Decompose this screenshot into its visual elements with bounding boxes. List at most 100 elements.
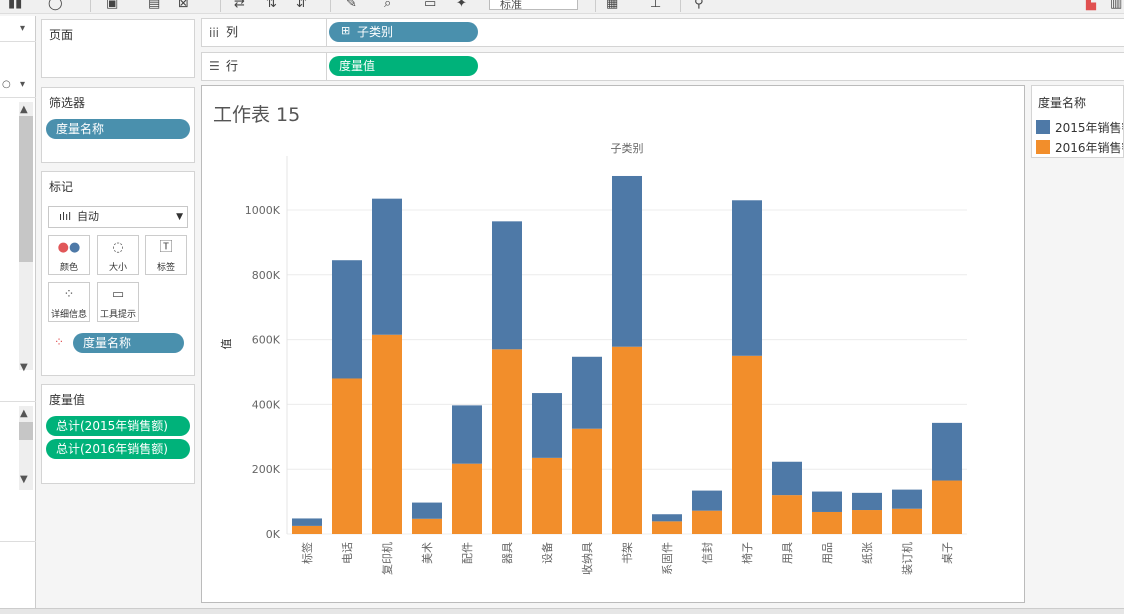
bar-2015 xyxy=(372,198,402,335)
sort-desc-icon[interactable]: ⇵ xyxy=(296,0,307,11)
y-tick-label: 200K xyxy=(252,463,281,476)
bar-2016 xyxy=(292,525,322,534)
marks-title: 标记 xyxy=(49,180,74,194)
measure-values-title: 度量值 xyxy=(49,393,86,407)
pin-icon[interactable]: ✦ xyxy=(456,0,467,11)
marks-detail-label: 详细信息 xyxy=(50,310,87,320)
bar-2016 xyxy=(332,378,362,534)
duplicate-icon[interactable]: ▤ xyxy=(148,0,160,11)
scroll-down-icon[interactable]: ▼ xyxy=(20,362,28,373)
bar-2015 xyxy=(492,221,522,350)
group-icon[interactable]: ⌕ xyxy=(384,0,391,11)
rows-label: 行 xyxy=(202,53,327,80)
marks-detail-button[interactable]: ⁘ 详细信息 xyxy=(48,282,90,322)
color-icon: ●● xyxy=(57,240,81,255)
bar-2015 xyxy=(732,200,762,356)
fix-axes-icon[interactable]: ⊥ xyxy=(650,0,661,11)
bar-2016 xyxy=(772,495,802,534)
bar-2016 xyxy=(932,480,962,534)
bar-2016 xyxy=(612,346,642,534)
show-cards-icon[interactable]: ▦ xyxy=(606,0,618,11)
columns-shelf[interactable]: iii 列 子类别 ⊞ xyxy=(201,18,1124,47)
bar-2015 xyxy=(892,489,922,509)
marks-color-button[interactable]: ●● 颜色 xyxy=(48,235,90,275)
data-pane-scroll-thumb[interactable] xyxy=(19,116,33,262)
x-tick-label: 配件 xyxy=(461,542,474,564)
legend-item-2016[interactable]: 2016年销售额 xyxy=(1036,139,1123,156)
pages-card[interactable]: 页面 xyxy=(41,19,195,78)
measures-scroll-thumb[interactable] xyxy=(19,422,33,440)
rows-pill-measure-values[interactable]: 度量值 xyxy=(329,56,478,76)
search-icon[interactable]: ○ xyxy=(2,79,11,90)
mark-type-dropdown[interactable]: ılıl 自动 ▼ xyxy=(48,206,188,228)
share-icon[interactable]: ⚲ xyxy=(694,0,704,11)
chevron-down-icon[interactable]: ▾ xyxy=(20,23,25,34)
bar-2016 xyxy=(372,334,402,534)
bar-2015 xyxy=(772,461,802,496)
rows-shelf[interactable]: ☰ 行 度量值 xyxy=(201,52,1124,81)
color-icon: ⁘ xyxy=(54,335,65,349)
filter-pill-measure-names[interactable]: 度量名称 xyxy=(46,119,190,139)
show-me-icon[interactable]: ▙ xyxy=(1086,0,1096,11)
x-tick-label: 设备 xyxy=(540,542,554,564)
x-tick-label: 用具 xyxy=(781,542,794,564)
scroll-up-icon[interactable]: ▲ xyxy=(20,408,28,419)
y-tick-label: 400K xyxy=(252,398,281,411)
x-tick-label: 纸张 xyxy=(861,542,874,564)
marks-pill-measure-names[interactable]: 度量名称 xyxy=(73,333,184,353)
scroll-down-icon[interactable]: ▼ xyxy=(20,474,28,485)
new-sheet-icon[interactable]: ▣ xyxy=(106,0,118,11)
sort-asc-icon[interactable]: ⇅ xyxy=(266,0,277,11)
worksheet-view[interactable]: 工作表 15 0K 200K 400K 600K 800K 1000K 值子类别 标签 电话 复印… xyxy=(201,85,1025,603)
columns-pill-subcategory[interactable]: 子类别 xyxy=(329,22,478,42)
swap-icon[interactable]: ⇄ xyxy=(234,0,245,11)
highlight-icon[interactable]: ✎ xyxy=(346,0,357,11)
marks-size-label: 大小 xyxy=(108,263,127,273)
marks-size-button[interactable]: ◌ 大小 xyxy=(97,235,139,275)
bar-2016 xyxy=(892,508,922,534)
scroll-up-icon[interactable]: ▲ xyxy=(20,104,28,115)
bar-2015 xyxy=(652,514,682,522)
x-tick-label: 复印机 xyxy=(380,542,394,575)
bar-2015 xyxy=(612,175,642,347)
bar-2015 xyxy=(452,405,482,464)
x-tick-label: 用品 xyxy=(821,542,834,564)
pause-icon[interactable]: ▮▮ xyxy=(8,0,22,11)
bar-2015 xyxy=(412,502,442,519)
fit-dropdown[interactable]: 标准 xyxy=(489,0,578,11)
x-tick-label: 标签 xyxy=(300,542,314,564)
legend-label-2016: 2016年销售额 xyxy=(1055,141,1123,155)
x-tick-label: 书架 xyxy=(621,542,634,564)
more-icon[interactable]: ▥ xyxy=(1110,0,1122,11)
chevron-down-icon[interactable]: ▾ xyxy=(20,79,25,90)
bar-chart-icon: ılıl xyxy=(59,210,72,223)
x-tick-label: 信封 xyxy=(700,542,714,564)
data-pane: ▾ ○ ▾ ▲ ▼ ▲ ▼ xyxy=(0,16,36,614)
bar-2016 xyxy=(492,349,522,534)
redo-icon[interactable]: ◯ xyxy=(48,0,63,11)
bar-2015 xyxy=(932,422,962,481)
x-tick-label: 装订机 xyxy=(900,542,914,575)
chart: 0K 200K 400K 600K 800K 1000K 值 子类别标签 电话 复印机 美术 配件 器具… xyxy=(220,141,967,575)
legend-item-2015[interactable]: 2015年销售额 xyxy=(1036,119,1123,136)
y-tick-label: 800K xyxy=(252,269,281,282)
marks-color-label: 颜色 xyxy=(59,263,78,273)
x-tick-label: 器具 xyxy=(501,542,514,564)
text-icon: 🅃 xyxy=(159,240,173,255)
marks-tooltip-button[interactable]: ▭ 工具提示 xyxy=(97,282,139,322)
bar-2016 xyxy=(852,510,882,534)
mark-type-value: 自动 xyxy=(77,210,99,223)
y-tick-label: 0K xyxy=(266,528,281,541)
bar-2016 xyxy=(412,518,442,534)
label-icon[interactable]: ▭ xyxy=(424,0,436,11)
measure-pill-2015[interactable]: 总计(2015年销售额) xyxy=(46,416,190,436)
bar-2015 xyxy=(572,356,602,429)
bar-2015 xyxy=(852,492,882,511)
detail-icon: ⁘ xyxy=(63,287,75,302)
marks-label-button[interactable]: 🅃 标签 xyxy=(145,235,187,275)
filters-card[interactable]: 筛选器 度量名称 xyxy=(41,87,195,163)
x-tick-label: 美术 xyxy=(421,542,434,564)
status-bar xyxy=(0,608,1124,614)
measure-pill-2016[interactable]: 总计(2016年销售额) xyxy=(46,439,190,459)
clear-sheet-icon[interactable]: ⊠ xyxy=(178,0,189,11)
